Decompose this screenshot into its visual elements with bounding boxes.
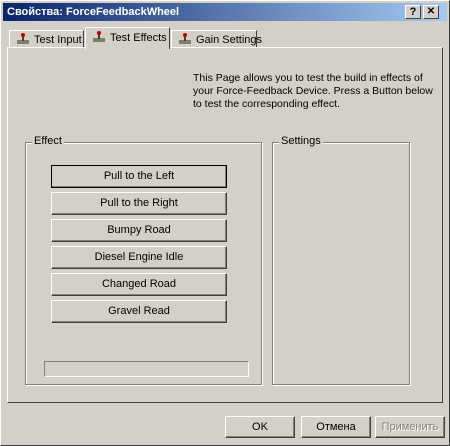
diesel-engine-idle-button[interactable]: Diesel Engine Idle: [51, 246, 227, 269]
changed-road-button[interactable]: Changed Road: [51, 273, 227, 296]
effect-group-label: Effect: [32, 135, 64, 147]
cancel-button[interactable]: Отмена: [301, 416, 371, 438]
gravel-read-button[interactable]: Gravel Read: [51, 300, 227, 323]
apply-button[interactable]: Применить: [375, 416, 445, 438]
tab-label: Test Effects: [110, 32, 167, 44]
joystick-icon: [17, 33, 29, 44]
settings-group-label: Settings: [279, 135, 323, 147]
tab-test-input[interactable]: Test Input: [9, 30, 84, 48]
joystick-icon: [179, 33, 191, 44]
effect-group: Effect Pull to the Left Pull to the Righ…: [25, 135, 262, 385]
info-text: This Page allows you to test the build i…: [193, 72, 433, 110]
title-bar[interactable]: Свойства: ForceFeedbackWheel ? ✕: [3, 3, 447, 21]
tab-label: Gain Settings: [196, 34, 263, 46]
window-title: Свойства: ForceFeedbackWheel: [7, 6, 180, 18]
bumpy-road-button[interactable]: Bumpy Road: [51, 219, 227, 242]
joystick-icon: [93, 31, 105, 42]
tab-panel: This Page allows you to test the build i…: [7, 47, 443, 403]
ok-button[interactable]: OK: [225, 416, 295, 438]
effect-progress-bar: [44, 361, 249, 377]
settings-group: Settings: [272, 135, 410, 385]
tab-strip: Test Input Test Effects Gain Settings: [7, 27, 443, 49]
tab-test-effects[interactable]: Test Effects: [85, 27, 170, 49]
close-button[interactable]: ✕: [423, 5, 439, 19]
pull-right-button[interactable]: Pull to the Right: [51, 192, 227, 215]
tab-gain-settings[interactable]: Gain Settings: [171, 30, 262, 48]
pull-left-button[interactable]: Pull to the Left: [51, 165, 227, 188]
help-button[interactable]: ?: [405, 5, 421, 19]
tab-label: Test Input: [34, 34, 82, 46]
properties-window: Свойства: ForceFeedbackWheel ? ✕ Test In…: [0, 0, 450, 446]
